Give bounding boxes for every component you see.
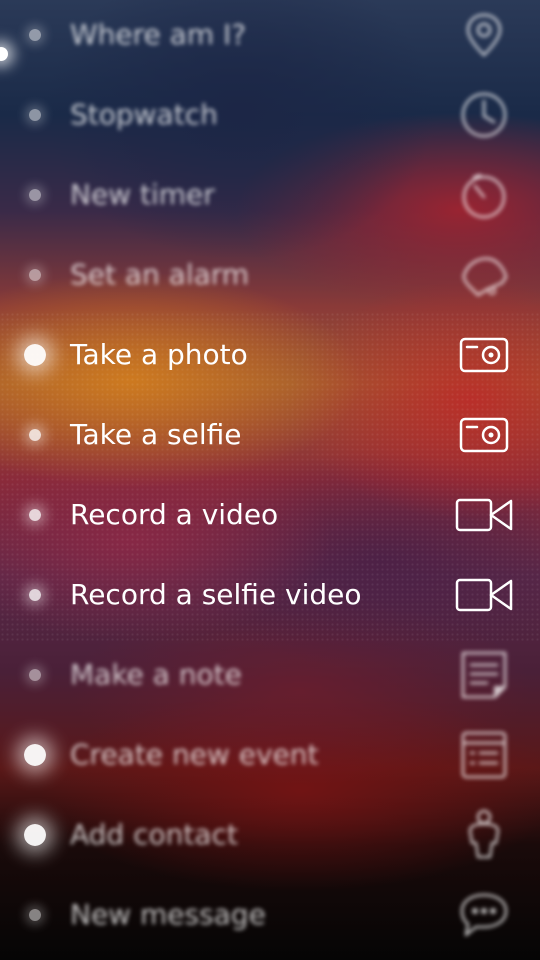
action-label: Take a photo (70, 338, 248, 371)
action-label: Record a video (70, 498, 279, 531)
video-camera-icon (454, 569, 514, 621)
location-pin-icon (454, 9, 514, 61)
row-dot (24, 824, 46, 846)
action-label: Make a note (70, 658, 242, 691)
row-dot (29, 29, 41, 41)
timer-icon (454, 169, 514, 221)
alarm-bell-icon (454, 249, 514, 301)
row-dot (29, 509, 41, 521)
action-create-event[interactable]: Create new event (0, 715, 540, 795)
action-stopwatch[interactable]: Stopwatch (0, 75, 540, 155)
action-set-alarm[interactable]: Set an alarm (0, 235, 540, 315)
row-dot (29, 109, 41, 121)
action-label: Take a selfie (70, 418, 242, 451)
row-dot (29, 589, 41, 601)
row-dot (24, 344, 46, 366)
camera-icon (454, 329, 514, 381)
camera-icon (454, 409, 514, 461)
video-camera-icon (454, 489, 514, 541)
action-label: New message (70, 898, 266, 931)
row-dot (29, 189, 41, 201)
row-dot (29, 669, 41, 681)
action-where-am-i[interactable]: Where am I? (0, 0, 540, 75)
action-label: Where am I? (70, 18, 247, 51)
action-record-selfie-video[interactable]: Record a selfie video (0, 555, 540, 635)
action-make-note[interactable]: Make a note (0, 635, 540, 715)
row-dot (24, 744, 46, 766)
action-take-selfie[interactable]: Take a selfie (0, 395, 540, 475)
action-new-message[interactable]: New message (0, 875, 540, 955)
action-label: Add contact (70, 818, 238, 851)
action-label: Record a selfie video (70, 578, 362, 611)
note-icon (454, 649, 514, 701)
action-label: Stopwatch (70, 98, 218, 131)
action-label: New timer (70, 178, 215, 211)
contact-person-icon (454, 809, 514, 861)
action-label: Set an alarm (70, 258, 250, 291)
action-record-video[interactable]: Record a video (0, 475, 540, 555)
action-add-contact[interactable]: Add contact (0, 795, 540, 875)
row-dot (29, 429, 41, 441)
row-dot (29, 909, 41, 921)
calendar-event-icon (454, 729, 514, 781)
action-new-timer[interactable]: New timer (0, 155, 540, 235)
quick-actions-screen: Where am I? Stopwatch New timer Set an a… (0, 0, 540, 960)
row-dot (29, 269, 41, 281)
message-bubble-icon (454, 889, 514, 941)
action-take-photo[interactable]: Take a photo (0, 315, 540, 395)
action-label: Create new event (70, 738, 319, 771)
clock-icon (454, 89, 514, 141)
